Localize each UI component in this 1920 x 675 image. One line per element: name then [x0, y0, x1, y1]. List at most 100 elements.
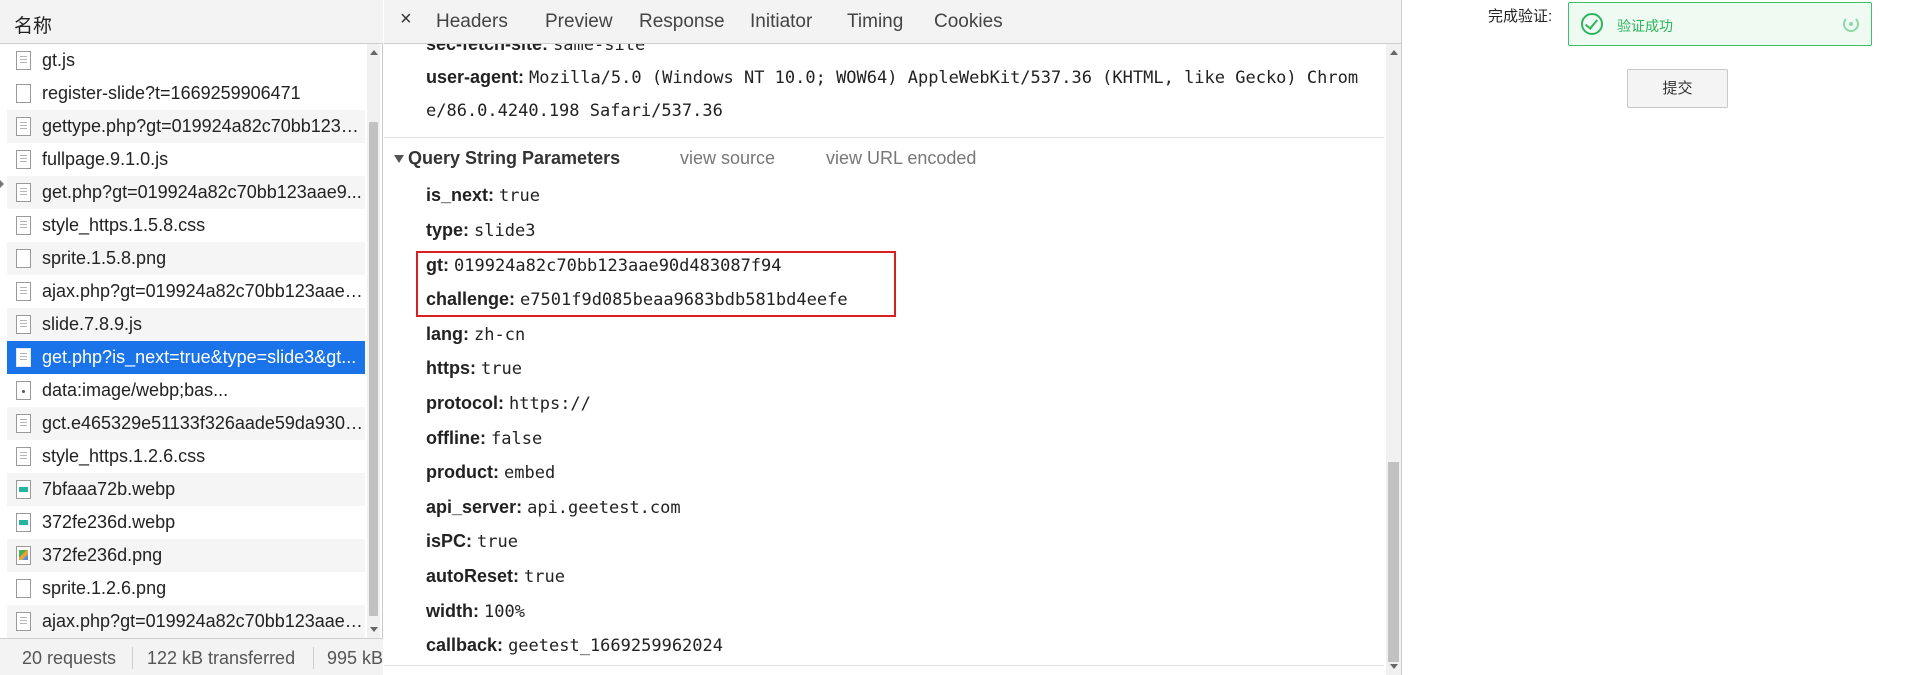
request-row[interactable]: register-slide?t=1669259906471 — [7, 77, 365, 110]
request-row[interactable]: sprite.1.2.6.png — [7, 572, 365, 605]
request-row[interactable]: sprite.1.5.8.png — [7, 242, 365, 275]
verify-status-text: 验证成功 — [1617, 18, 1673, 34]
request-row[interactable]: fullpage.9.1.0.js — [7, 143, 365, 176]
scroll-up-arrow-icon[interactable] — [1390, 50, 1398, 55]
request-name: style_https.1.5.8.css — [42, 215, 206, 235]
request-row[interactable]: 372fe236d.webp — [7, 506, 365, 539]
request-name: gettype.php?gt=019924a82c70bb123a... — [42, 116, 365, 136]
param-row: isPC: true — [426, 531, 518, 552]
request-name: gct.e465329e51133f326aade59da930c... — [42, 413, 365, 433]
transferred-size: 122 kB transferred — [147, 648, 296, 668]
network-status-bar: 20 requests 122 kB transferred 995 kB — [0, 638, 383, 675]
param-row: product: embed — [426, 462, 555, 483]
request-row[interactable]: gettype.php?gt=019924a82c70bb123a... — [7, 110, 365, 143]
tab-cookies[interactable]: Cookies — [934, 11, 1003, 33]
request-rows: gt.js register-slide?t=1669259906471 get… — [7, 44, 365, 638]
document-icon — [16, 51, 31, 70]
request-row[interactable]: 372fe236d.png — [7, 539, 365, 572]
param-value: true — [481, 359, 522, 379]
view-source-link[interactable]: view source — [680, 148, 775, 169]
request-row[interactable]: gct.e465329e51133f326aade59da930c... — [7, 407, 365, 440]
request-row[interactable]: ajax.php?gt=019924a82c70bb123aae9... — [7, 275, 365, 308]
status-divider — [132, 647, 133, 669]
param-key: offline: — [426, 428, 486, 448]
request-row[interactable]: data:image/webp;bas... — [7, 374, 365, 407]
request-list-scrollbar[interactable] — [367, 44, 380, 638]
param-key: autoReset: — [426, 566, 520, 586]
param-key: type: — [426, 220, 470, 240]
request-name: sprite.1.5.8.png — [42, 248, 167, 268]
request-row[interactable]: style_https.1.2.6.css — [7, 440, 365, 473]
request-name: 372fe236d.webp — [42, 512, 176, 532]
param-key: gt: — [426, 255, 449, 275]
param-row: gt: 019924a82c70bb123aae90d483087f94 — [426, 255, 782, 276]
scrollbar-thumb[interactable] — [369, 122, 378, 616]
param-value: zh-cn — [474, 325, 526, 345]
tab-response[interactable]: Response — [639, 11, 725, 33]
blank-file-icon — [16, 579, 31, 598]
request-name: ajax.php?gt=019924a82c70bb123aae9... — [42, 611, 365, 631]
header-user-agent: user-agent: Mozilla/5.0 (Windows NT 10.0… — [426, 67, 1358, 88]
param-row: callback: geetest_1669259962024 — [426, 635, 723, 656]
tab-initiator[interactable]: Initiator — [750, 11, 812, 33]
request-detail-panel: × Headers Preview Response Initiator Tim… — [384, 0, 1402, 675]
document-icon — [16, 414, 31, 433]
request-row[interactable]: gt.js — [7, 44, 365, 77]
request-name: fullpage.9.1.0.js — [42, 149, 169, 169]
document-icon — [16, 447, 31, 466]
request-row[interactable]: 7bfaaa72b.webp — [7, 473, 365, 506]
request-name: get.php?gt=019924a82c70bb123aae9... — [42, 182, 362, 202]
section-divider — [384, 137, 1384, 138]
data-file-icon — [16, 381, 31, 400]
request-name: sprite.1.2.6.png — [42, 578, 167, 598]
check-circle-icon — [1581, 13, 1603, 35]
document-icon — [16, 150, 31, 169]
section-title: Query String Parameters — [408, 148, 621, 168]
request-row-selected[interactable]: get.php?is_next=true&type=slide3&gt... — [7, 341, 365, 374]
detail-scrollbar[interactable] — [1386, 44, 1401, 675]
query-section-header[interactable]: Query String Parameters — [394, 148, 620, 169]
submit-button[interactable]: 提交 — [1627, 69, 1728, 108]
tab-timing[interactable]: Timing — [847, 11, 903, 33]
view-url-encoded-link[interactable]: view URL encoded — [826, 148, 976, 169]
collapse-arrow-icon[interactable] — [0, 180, 4, 188]
scroll-down-arrow-icon[interactable] — [370, 627, 378, 632]
request-name: 7bfaaa72b.webp — [42, 479, 176, 499]
scroll-down-arrow-icon[interactable] — [1390, 664, 1398, 669]
request-name: ajax.php?gt=019924a82c70bb123aae9... — [42, 281, 365, 301]
request-row[interactable]: slide.7.8.9.js — [7, 308, 365, 341]
param-value: embed — [504, 463, 556, 483]
param-value: https:// — [509, 394, 591, 414]
scroll-up-arrow-icon[interactable] — [370, 50, 378, 55]
close-icon[interactable]: × — [400, 8, 412, 31]
webp-image-icon — [16, 513, 31, 532]
document-icon — [16, 612, 31, 631]
scrollbar-thumb[interactable] — [1388, 462, 1399, 662]
tab-preview[interactable]: Preview — [545, 11, 613, 33]
param-value: true — [524, 567, 565, 587]
tab-headers[interactable]: Headers — [436, 11, 508, 33]
resources-size: 995 kB — [327, 648, 383, 668]
request-name: 372fe236d.png — [42, 545, 163, 565]
request-count: 20 requests — [22, 648, 117, 668]
request-row[interactable]: ajax.php?gt=019924a82c70bb123aae9... — [7, 605, 365, 638]
request-row[interactable]: get.php?gt=019924a82c70bb123aae9... — [7, 176, 365, 209]
refresh-icon[interactable] — [1843, 16, 1859, 32]
param-key: api_server: — [426, 497, 523, 517]
param-row: api_server: api.geetest.com — [426, 497, 681, 518]
document-icon — [16, 117, 31, 136]
param-value: false — [491, 429, 543, 449]
document-icon — [16, 282, 31, 301]
request-row[interactable]: style_https.1.5.8.css — [7, 209, 365, 242]
request-name: get.php?is_next=true&type=slide3&gt... — [42, 347, 357, 367]
detail-tab-bar: × Headers Preview Response Initiator Tim… — [384, 0, 1401, 44]
request-list-header[interactable]: 名称 — [0, 0, 383, 44]
request-name: slide.7.8.9.js — [42, 314, 143, 334]
name-column-header[interactable]: 名称 — [14, 11, 52, 38]
verify-label: 完成验证: — [1488, 8, 1553, 25]
header-value: e/86.0.4240.198 Safari/537.36 — [426, 101, 723, 121]
captcha-verify-box[interactable]: 验证成功 — [1568, 2, 1872, 46]
collapse-triangle-icon[interactable] — [394, 155, 404, 164]
param-key: lang: — [426, 324, 469, 344]
param-key: https: — [426, 358, 476, 378]
